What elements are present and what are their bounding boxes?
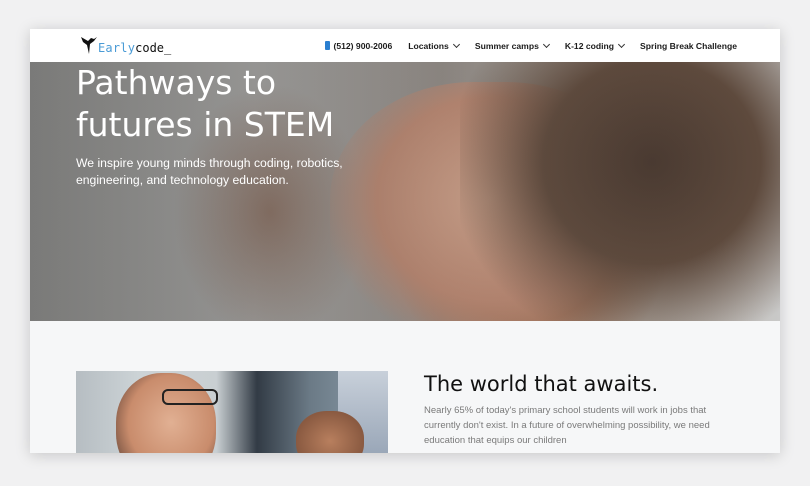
top-navigation: Early code_ (512) 900-2006 Locations Summ… <box>30 29 780 62</box>
hero-title: Pathways to futures in STEM <box>76 63 335 144</box>
section-text: The world that awaits. Nearly 65% of tod… <box>424 371 724 448</box>
chevron-down-icon <box>618 40 626 48</box>
phone-link[interactable]: (512) 900-2006 <box>325 41 392 51</box>
section-heading: The world that awaits. <box>424 372 659 396</box>
menu-item-summer-camps[interactable]: Summer camps <box>474 40 550 51</box>
menu-item-locations[interactable]: Locations <box>408 40 460 51</box>
section-body: Nearly 65% of today's primary school stu… <box>424 405 710 446</box>
photo-student <box>296 411 364 453</box>
menu-item-k12-coding[interactable]: K-12 coding <box>564 40 626 51</box>
menu-item-label: Spring Break Challenge <box>640 40 737 51</box>
hummingbird-icon <box>81 37 97 54</box>
section-photo <box>76 371 388 453</box>
logo-text-early: Early <box>98 41 136 55</box>
mobile-phone-icon <box>325 41 331 50</box>
menu-item-label: K-12 coding <box>564 40 615 51</box>
photo-glasses <box>162 389 218 405</box>
chevron-down-icon <box>542 40 550 48</box>
phone-number: (512) 900-2006 <box>333 40 393 51</box>
menu-item-spring-break-challenge[interactable]: Spring Break Challenge <box>640 41 737 51</box>
menu-item-label: Summer camps <box>474 40 539 51</box>
hero-subtitle: We inspire young minds through coding, r… <box>76 156 343 187</box>
logo-text-code: code_ <box>135 41 172 55</box>
menu-item-label: Locations <box>408 40 449 51</box>
browser-frame: Early code_ (512) 900-2006 Locations Summ… <box>30 29 780 453</box>
main-menu: (512) 900-2006 Locations Summer camps K-… <box>325 29 737 62</box>
hero-banner: Pathways to futures in STEM We inspire y… <box>30 62 780 321</box>
site-logo[interactable]: Early code_ <box>80 35 171 55</box>
chevron-down-icon <box>452 40 460 48</box>
photo-teacher <box>116 373 216 453</box>
